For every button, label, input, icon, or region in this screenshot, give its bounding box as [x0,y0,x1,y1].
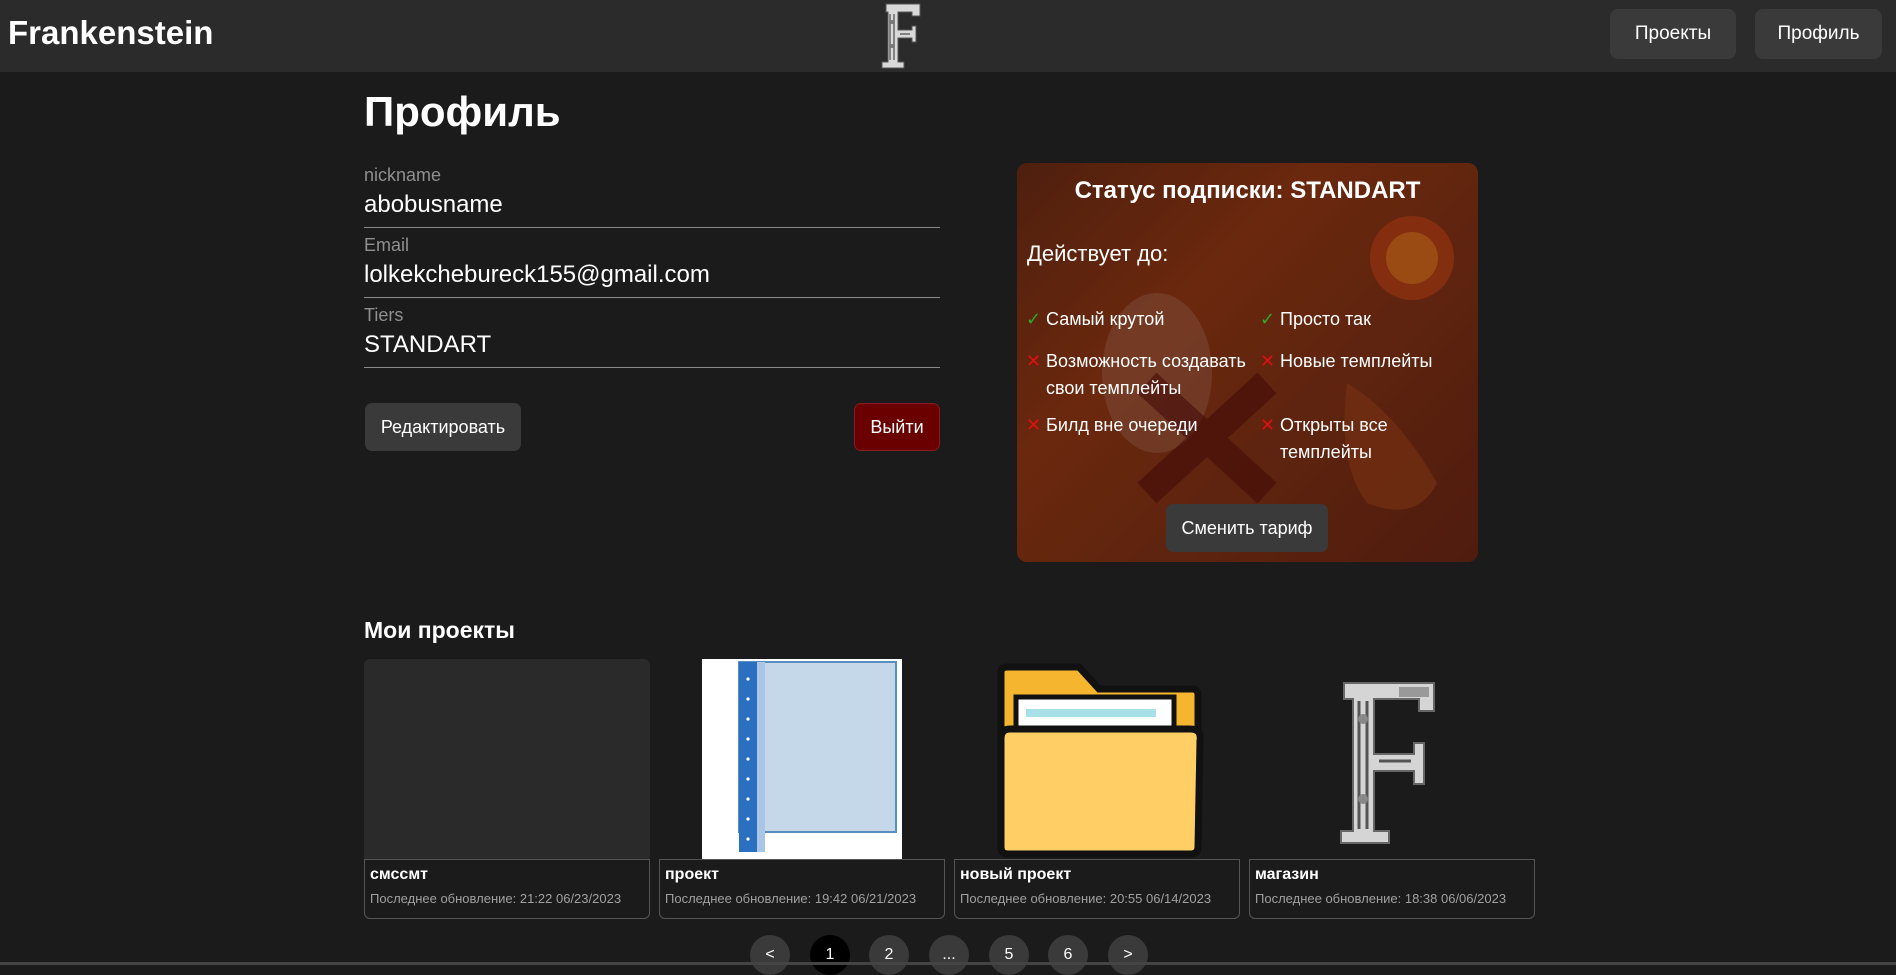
check-icon: ✓ [1260,309,1276,329]
project-name: проект [665,866,719,883]
frankenstein-logo-icon [878,0,926,70]
email-value: lolkekchebureck155@gmail.com [364,261,710,288]
check-icon: ✓ [1026,309,1042,329]
cross-icon: ✕ [1026,415,1042,435]
change-plan-button[interactable]: Сменить тариф [1166,504,1328,552]
project-info: новый проект Последнее обновление: 20:55… [954,859,1240,919]
feature-item: ✕ Открыты все темплейты [1260,412,1478,466]
cross-icon: ✕ [1026,351,1042,371]
pagination-prev-button[interactable]: < [750,935,790,975]
email-label: Email [364,235,410,255]
tiers-label: Tiers [364,305,404,325]
project-card[interactable]: проект Последнее обновление: 19:42 06/21… [659,659,945,919]
nickname-label: nickname [364,165,442,185]
project-card[interactable]: магазин Последнее обновление: 18:38 06/0… [1249,659,1535,919]
nav-profile-button[interactable]: Профиль [1755,9,1882,59]
feature-label: Новые темплейты [1280,351,1433,371]
nickname-field: nickname abobusname [364,165,940,228]
folder-file-icon [659,659,945,859]
feature-label: Открыты все темплейты [1280,415,1388,462]
page-title: Профиль [364,88,561,135]
cross-icon: ✕ [1260,351,1276,371]
feature-label: Возможность создавать свои темплейты [1046,351,1246,398]
feature-label: Самый крутой [1046,309,1165,329]
subscription-card: Статус подписки: STANDART Действует до: … [1017,163,1478,562]
project-updated: Последнее обновление: 18:38 06/06/2023 [1255,891,1507,906]
nav-projects-button[interactable]: Проекты [1610,9,1736,59]
pagination-page-6[interactable]: 6 [1048,935,1088,975]
email-field: Email lolkekchebureck155@gmail.com [364,235,940,298]
pagination-page-5[interactable]: 5 [989,935,1029,975]
feature-item: ✕ Новые темплейты [1260,348,1478,375]
project-info: магазин Последнее обновление: 18:38 06/0… [1249,859,1535,919]
feature-item: ✓ Самый крутой [1026,306,1246,333]
subscription-title: Статус подписки: STANDART [1074,177,1421,204]
pagination-page-1[interactable]: 1 [810,935,850,975]
cross-icon: ✕ [1260,415,1276,435]
logout-button[interactable]: Выйти [854,403,940,451]
tiers-value: STANDART [364,331,492,358]
project-name: смссмт [370,866,428,883]
feature-item: ✓ Просто так [1260,306,1478,333]
project-name: новый проект [960,866,1072,883]
project-card[interactable]: смссмт Последнее обновление: 21:22 06/23… [364,659,650,919]
subscription-valid-until: Действует до: [1027,241,1169,266]
project-updated: Последнее обновление: 19:42 06/21/2023 [665,891,917,906]
top-bar: Frankenstein Проекты Профиль [0,0,1896,72]
project-info: смссмт Последнее обновление: 21:22 06/23… [364,859,650,919]
frankenstein-logo-icon [1249,659,1535,859]
nickname-value: abobusname [364,191,503,218]
feature-label: Билд вне очереди [1046,415,1198,435]
tiers-field: Tiers STANDART [364,305,940,368]
edit-profile-button[interactable]: Редактировать [365,403,521,451]
feature-item: ✕ Билд вне очереди [1026,412,1246,439]
project-card[interactable]: новый проект Последнее обновление: 20:55… [954,659,1240,919]
pagination-page-2[interactable]: 2 [869,935,909,975]
feature-item: ✕ Возможность создавать свои темплейты [1026,348,1246,402]
project-updated: Последнее обновление: 21:22 06/23/2023 [370,891,622,906]
pagination-ellipsis: ... [929,935,969,975]
brand-title[interactable]: Frankenstein [8,14,213,52]
folder-icon [954,659,1240,859]
projects-heading: Мои проекты [364,617,515,643]
project-updated: Последнее обновление: 20:55 06/14/2023 [960,891,1212,906]
project-thumbnail-empty [364,659,650,859]
project-info: проект Последнее обновление: 19:42 06/21… [659,859,945,919]
feature-label: Просто так [1280,309,1371,329]
project-name: магазин [1255,866,1319,883]
pagination-next-button[interactable]: > [1108,935,1148,975]
